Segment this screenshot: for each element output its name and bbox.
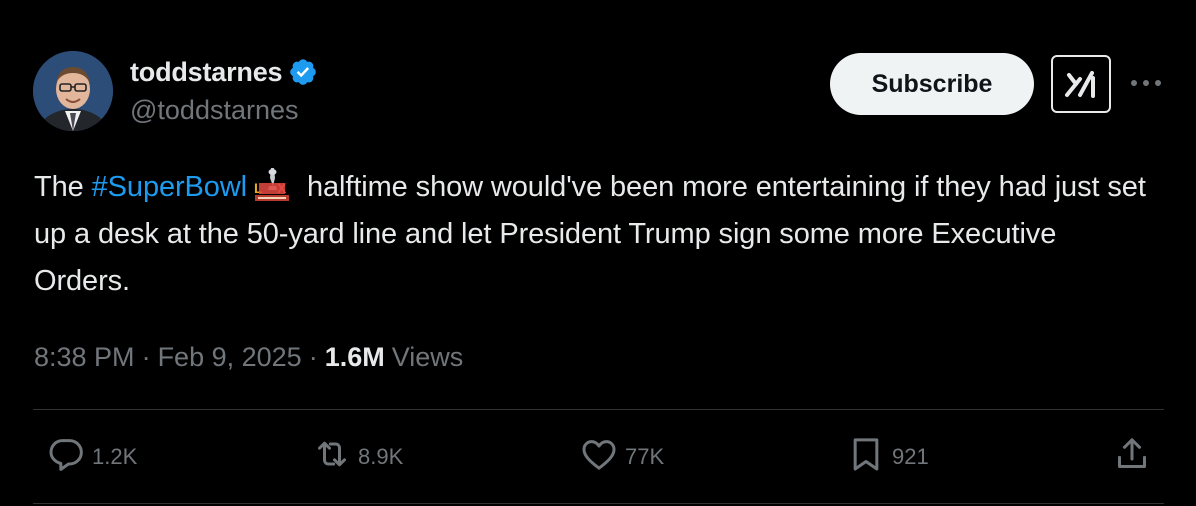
like-count: 77K (625, 444, 665, 469)
avatar[interactable] (33, 51, 113, 131)
tweet-meta: 8:38 PM · Feb 9, 2025 · 1.6M Views (34, 340, 463, 374)
verified-badge-icon[interactable] (288, 57, 318, 87)
author-handle[interactable]: @toddstarnes (130, 95, 318, 126)
like-button[interactable]: 77K (579, 437, 664, 477)
hashtag-link[interactable]: #SuperBowl (92, 171, 247, 203)
views-label: Views (391, 341, 464, 372)
super-bowl-lix-icon: L X (251, 166, 293, 202)
bookmark-button[interactable]: 921 (846, 437, 929, 477)
share-button[interactable] (1112, 437, 1152, 477)
tweet-date[interactable]: Feb 9, 2025 (158, 342, 302, 373)
heart-icon (579, 434, 619, 480)
tweet-text-before: The (34, 171, 92, 203)
tweet-card: toddstarnes @toddstarnes Subscribe The #… (0, 0, 1196, 506)
meta-separator: · (308, 341, 318, 372)
repost-count: 8.9K (358, 444, 404, 469)
x-logo-icon[interactable] (1051, 55, 1111, 113)
reply-button[interactable]: 1.2K (46, 437, 137, 477)
reply-count: 1.2K (92, 444, 138, 469)
repost-icon (312, 434, 352, 480)
bookmark-icon (846, 434, 886, 480)
divider (33, 409, 1164, 410)
subscribe-button[interactable]: Subscribe (830, 53, 1034, 115)
share-icon (1112, 434, 1152, 480)
tweet-time[interactable]: 8:38 PM (34, 342, 135, 373)
reply-icon (46, 434, 86, 480)
repost-button[interactable]: 8.9K (312, 437, 403, 477)
bookmark-count: 921 (892, 444, 929, 469)
views-count[interactable]: 1.6M (325, 342, 385, 373)
meta-separator: · (141, 341, 151, 372)
tweet-text: The #SuperBowl L X halftime show would'v… (34, 164, 1154, 305)
divider (33, 503, 1164, 504)
more-icon[interactable] (1128, 68, 1164, 98)
author-info: toddstarnes @toddstarnes (130, 55, 318, 126)
author-display-name[interactable]: toddstarnes (130, 57, 283, 88)
